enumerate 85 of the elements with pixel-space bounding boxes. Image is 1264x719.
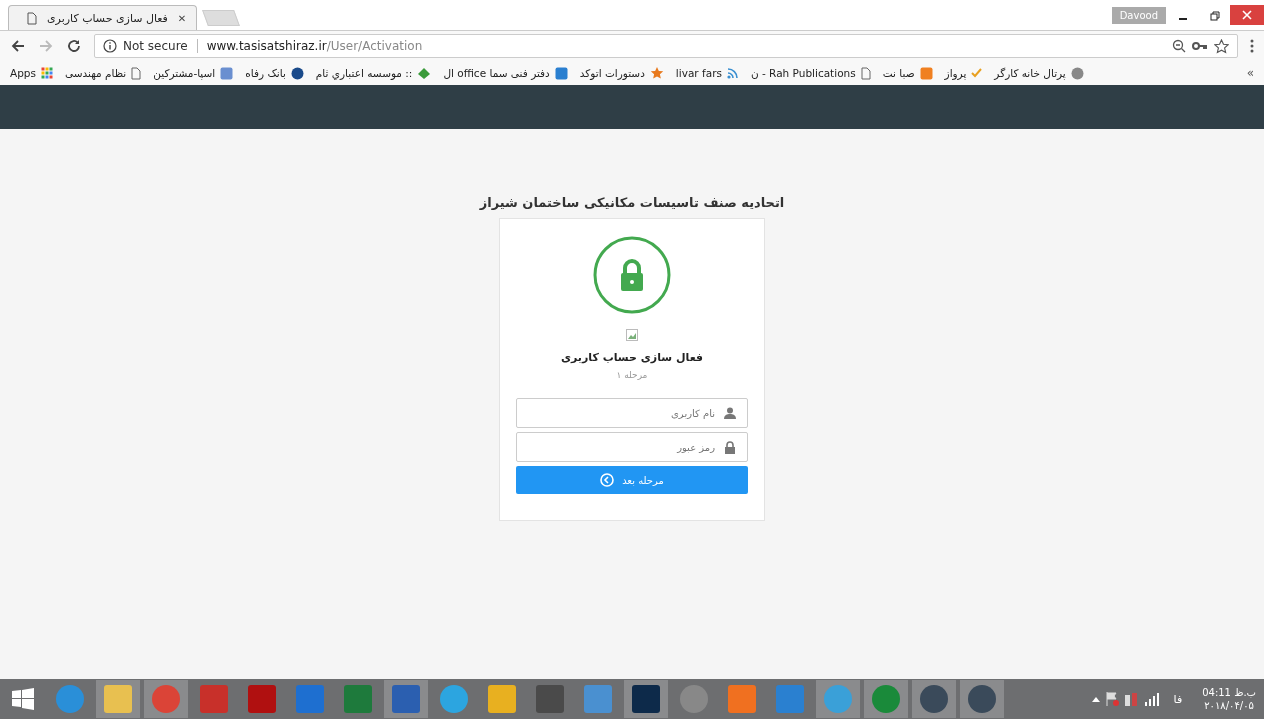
app-icon: [920, 685, 948, 713]
chevron-circle-icon: [600, 473, 615, 487]
app-icon: [728, 685, 756, 713]
taskbar-app-button[interactable]: [384, 680, 428, 718]
clock-time: 04:11 ب.ظ: [1202, 686, 1256, 699]
page-icon: [131, 66, 142, 80]
tab-title: فعال سازی حساب کاربری: [47, 11, 168, 25]
app-icon: [392, 685, 420, 713]
chevron-up-icon[interactable]: [1091, 696, 1100, 702]
site-logo-icon: [554, 66, 568, 80]
bookmark[interactable]: Rah Publications - ن: [750, 66, 871, 80]
info-icon: [103, 39, 117, 53]
app-icon: [56, 685, 84, 713]
page-icon: [27, 11, 37, 25]
app-icon: [200, 685, 228, 713]
leaf-icon: [417, 66, 432, 80]
bookmark[interactable]: livar fars: [675, 67, 739, 79]
app-icon: [344, 685, 372, 713]
lock-icon: [592, 235, 672, 315]
start-icon[interactable]: [12, 688, 34, 710]
security-label: Not secure: [123, 39, 188, 53]
page-heading: اتحادیه صنف تاسیسات مکانیکی ساختمان شیراز: [479, 195, 785, 210]
app-icon: [776, 685, 804, 713]
key-icon[interactable]: [1192, 41, 1208, 51]
forward-icon[interactable]: [38, 38, 54, 54]
bookmark[interactable]: دستورات اتوکد: [579, 66, 664, 80]
app-icon: [968, 685, 996, 713]
app-icon: [872, 685, 900, 713]
page-icon: [860, 66, 871, 80]
flag-icon[interactable]: [1103, 691, 1120, 707]
site-logo-icon: [1070, 66, 1084, 80]
app-icon: [824, 685, 852, 713]
menu-icon[interactable]: [1250, 39, 1254, 53]
app-icon: [104, 685, 132, 713]
back-icon[interactable]: [10, 38, 26, 54]
language-indicator[interactable]: فا: [1173, 692, 1183, 706]
address-bar[interactable]: Not secure www.tasisatshiraz.ir/User/Activation: [94, 34, 1238, 58]
bookmark[interactable]: :: موسسه اعتباري ثام: [315, 66, 432, 80]
network-icon[interactable]: [1123, 691, 1140, 707]
star-icon: [649, 66, 664, 80]
reload-icon[interactable]: [66, 38, 82, 54]
bookmark[interactable]: اسپا-مشترکین: [153, 66, 234, 80]
app-icon: [584, 685, 612, 713]
broken-image-icon: [626, 329, 638, 341]
taskbar-app-button[interactable]: [960, 680, 1004, 718]
url-text: www.tasisatshiraz.ir/User/Activation: [206, 39, 423, 53]
site-logo-icon: [290, 66, 304, 80]
site-logo-icon: [919, 66, 933, 80]
zoom-out-icon[interactable]: [1172, 39, 1186, 53]
app-icon: [440, 685, 468, 713]
close-tab-icon[interactable]: ✕: [177, 12, 187, 24]
bookmark[interactable]: Apps: [10, 67, 53, 79]
new-tab-button[interactable]: [202, 10, 241, 26]
site-logo-icon: [220, 66, 234, 80]
browser-tab[interactable]: فعال سازی حساب کاربری ✕: [8, 5, 198, 30]
restore-icon[interactable]: [1210, 11, 1220, 21]
close-window-button[interactable]: [1230, 5, 1264, 25]
app-icon: [680, 685, 708, 713]
taskbar-app-button[interactable]: [96, 680, 140, 718]
bookmark[interactable]: بانک رفاه: [245, 66, 304, 80]
star-icon[interactable]: [1214, 38, 1229, 54]
signal-icon[interactable]: [1143, 692, 1160, 706]
step-label: مرحله ۱: [616, 370, 648, 380]
app-icon: [248, 685, 276, 713]
check-icon: [971, 68, 983, 78]
clock-date: ۲۰۱۸/۰۴/۰۵: [1204, 699, 1254, 712]
input-field[interactable]: رمز عبور: [516, 432, 748, 462]
taskbar-app-button[interactable]: [624, 680, 668, 718]
app-icon: [632, 685, 660, 713]
input-field[interactable]: نام کاربری: [516, 398, 748, 428]
app-icon: [152, 685, 180, 713]
card-title: فعال سازی حساب کاربری: [560, 351, 704, 364]
rss-icon: [726, 67, 739, 79]
taskbar-app-button[interactable]: [912, 680, 956, 718]
app-icon: [296, 685, 324, 713]
app-icon: [536, 685, 564, 713]
app-icon: [488, 685, 516, 713]
bookmark[interactable]: پرواز: [944, 67, 983, 79]
bookmark[interactable]: نظام مهندسی: [65, 66, 142, 80]
apps-grid-icon: [41, 67, 53, 79]
bookmark[interactable]: صبا نت: [882, 66, 933, 80]
close-icon: [1242, 10, 1252, 20]
more-bookmarks-button[interactable]: »: [1246, 66, 1254, 80]
bookmark[interactable]: پرتال خانه کارگر: [994, 66, 1084, 80]
bookmark[interactable]: دفتر فنی سما office ال: [443, 66, 568, 80]
